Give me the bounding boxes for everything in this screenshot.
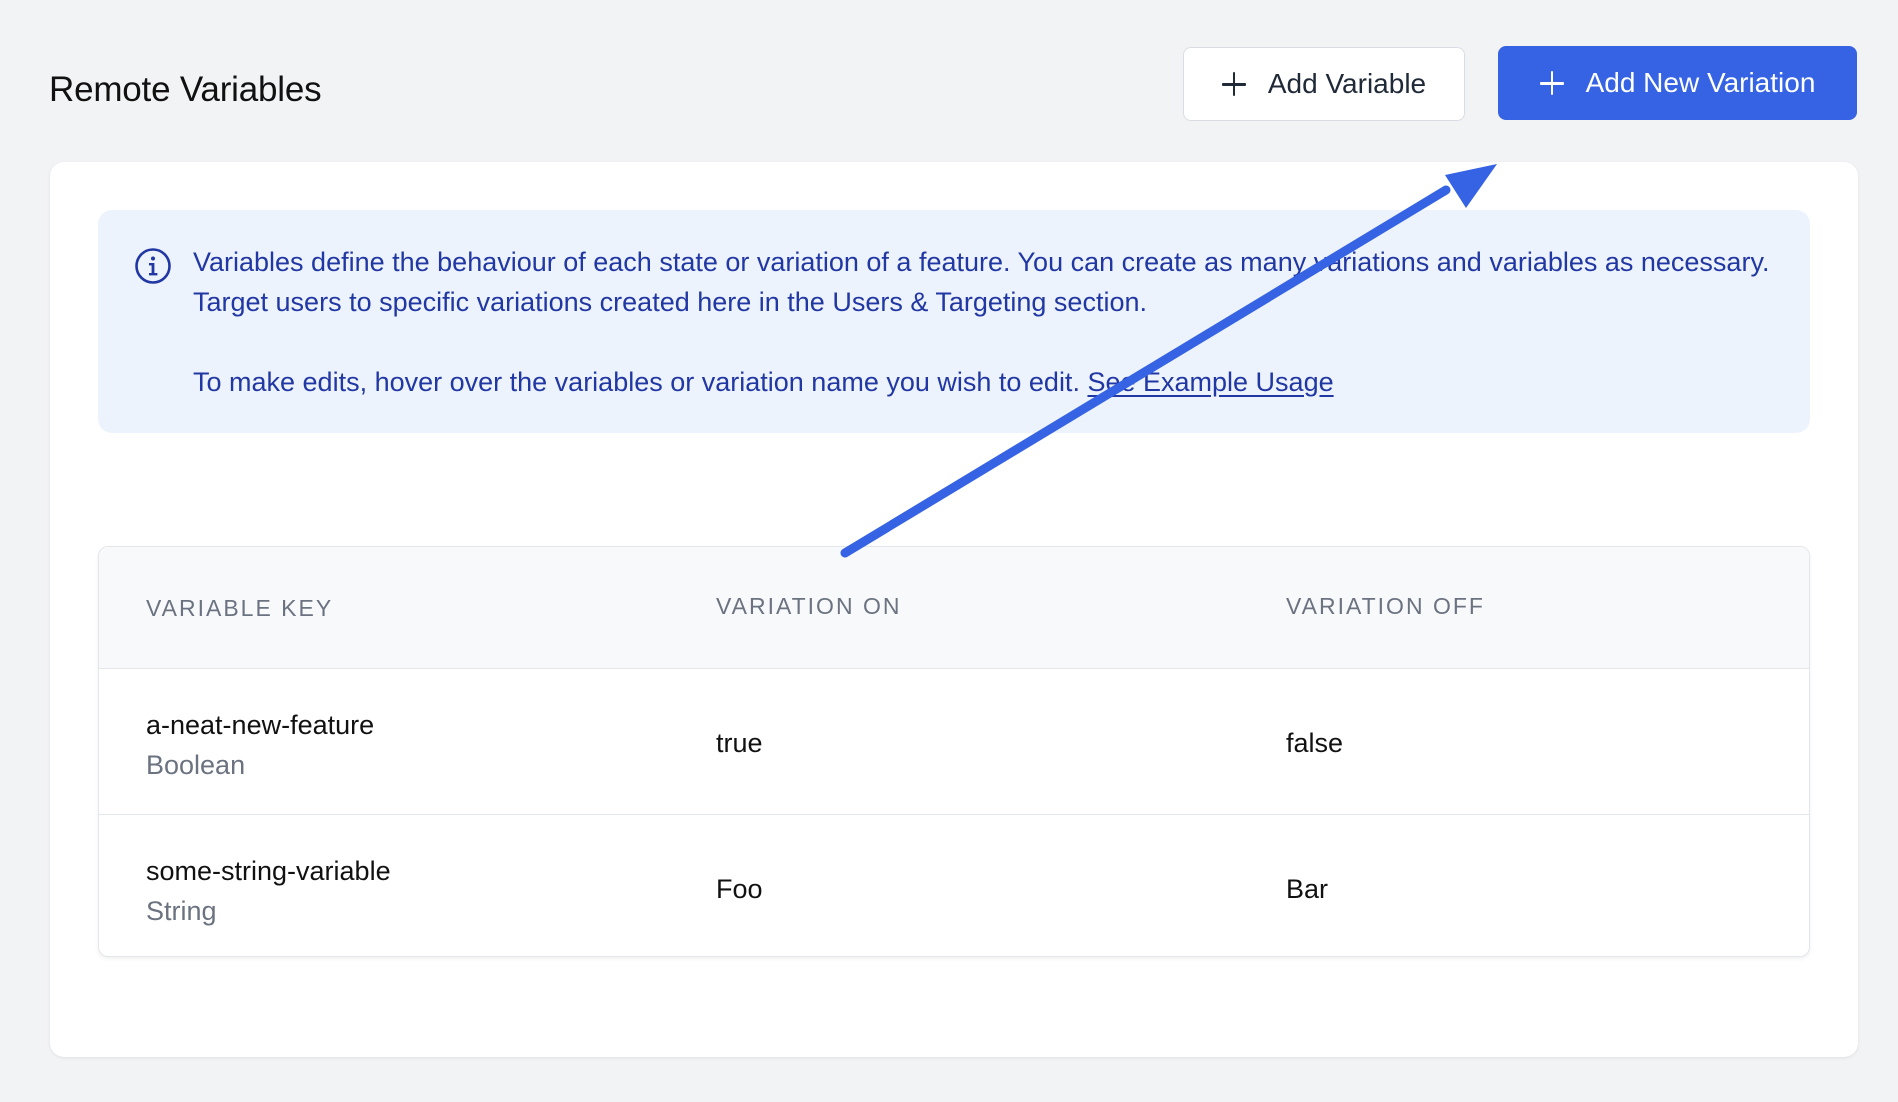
info-text: Variables define the behaviour of each s…	[193, 242, 1783, 402]
variation-off-value[interactable]: false	[1286, 723, 1343, 763]
column-header-variation-off: VARIATION OFF	[1286, 593, 1485, 619]
info-paragraph-1: Variables define the behaviour of each s…	[193, 247, 1770, 317]
variation-on-value[interactable]: true	[716, 723, 763, 763]
add-variable-label: Add Variable	[1267, 68, 1427, 99]
variable-key-cell[interactable]: a-neat-new-feature Boolean	[146, 705, 374, 785]
variable-key[interactable]: a-neat-new-feature	[146, 705, 374, 745]
variables-card: Variables define the behaviour of each s…	[50, 162, 1858, 1057]
add-new-variation-label: Add New Variation	[1585, 67, 1816, 98]
table-row[interactable]: a-neat-new-feature Boolean true false	[99, 669, 1809, 815]
page-title: Remote Variables	[49, 70, 322, 109]
info-paragraph-2: To make edits, hover over the variables …	[193, 362, 1783, 402]
variable-key-cell[interactable]: some-string-variable String	[146, 851, 391, 931]
plus-icon	[1221, 72, 1246, 96]
variable-type: Boolean	[146, 750, 246, 780]
variation-off-value[interactable]: Bar	[1286, 869, 1328, 909]
table-header: VARIABLE KEY VARIATION ON VARIATION OFF	[99, 547, 1809, 669]
add-variable-button[interactable]: Add Variable	[1183, 47, 1465, 121]
table-row[interactable]: some-string-variable String Foo Bar	[99, 815, 1809, 956]
info-circle-icon	[135, 248, 171, 284]
variation-on-value[interactable]: Foo	[716, 869, 763, 909]
add-new-variation-button[interactable]: Add New Variation	[1498, 46, 1857, 120]
info-paragraph-2-text: To make edits, hover over the variables …	[193, 367, 1080, 397]
variables-table: VARIABLE KEY VARIATION ON VARIATION OFF …	[98, 546, 1810, 957]
variable-type: String	[146, 896, 217, 926]
column-header-variation-on: VARIATION ON	[716, 593, 902, 619]
plus-icon	[1539, 71, 1564, 95]
see-example-usage-link[interactable]: See Example Usage	[1087, 367, 1333, 397]
column-header-variable-key: VARIABLE KEY	[146, 595, 334, 621]
variable-key[interactable]: some-string-variable	[146, 851, 391, 891]
